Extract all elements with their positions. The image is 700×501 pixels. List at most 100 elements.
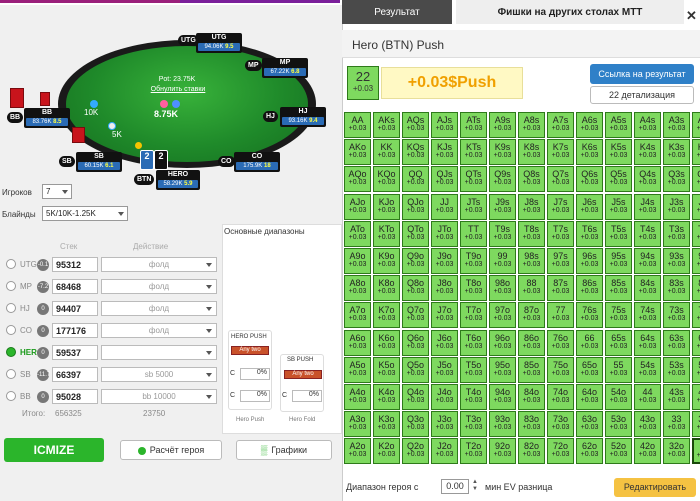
- hand-cell[interactable]: 72o +0.03: [547, 438, 574, 465]
- stack-input[interactable]: 95028: [52, 389, 98, 404]
- hand-cell[interactable]: QTs +0.03: [460, 166, 487, 193]
- hand-cell[interactable]: A7o +0.03: [344, 302, 371, 329]
- hand-cell[interactable]: A2o +0.03: [344, 438, 371, 465]
- hand-cell[interactable]: T5o +0.03: [460, 356, 487, 383]
- hand-cell[interactable]: T4s +0.03: [634, 220, 661, 247]
- hand-cell[interactable]: Q8s +0.03: [518, 166, 545, 193]
- hand-cell[interactable]: 93o +0.03: [489, 411, 516, 438]
- close-icon[interactable]: ✕: [686, 8, 697, 24]
- hand-cell[interactable]: A3o +0.03: [344, 411, 371, 438]
- hand-cell[interactable]: K9o +0.03: [373, 248, 400, 274]
- hand-cell[interactable]: 75s +0.03: [605, 302, 632, 329]
- hand-cell[interactable]: JTs +0.03: [460, 193, 487, 220]
- hand-cell[interactable]: T3s +0.03: [663, 220, 690, 247]
- hand-cell[interactable]: 66 +0.03: [576, 329, 603, 356]
- hand-cell[interactable]: 42s+0.03: [692, 384, 700, 410]
- hand-cell[interactable]: Q4o +0.03: [402, 384, 429, 410]
- hand-cell[interactable]: T4o +0.03: [460, 384, 487, 410]
- hand-cell[interactable]: T3o +0.03: [460, 411, 487, 438]
- hand-cell[interactable]: 64s +0.03: [634, 329, 661, 356]
- seat-utg[interactable]: UTG 94.06K 9.5: [196, 33, 242, 53]
- hand-cell[interactable]: JTo +0.03: [431, 220, 458, 247]
- hand-cell[interactable]: A8s +0.03: [518, 112, 545, 138]
- hand-cell[interactable]: 86o +0.03: [518, 329, 545, 356]
- hand-cell[interactable]: 32o +0.03: [663, 438, 690, 465]
- stack-input[interactable]: 66397: [52, 367, 98, 382]
- hand-cell[interactable]: 55 +0.03: [605, 356, 632, 383]
- min-ev-input[interactable]: 0.00: [441, 479, 469, 494]
- hand-cell[interactable]: 84s +0.03: [634, 275, 661, 302]
- hand-cell[interactable]: J9o +0.03: [431, 248, 458, 274]
- hand-cell[interactable]: JJ +0.03: [431, 193, 458, 220]
- hand-cell[interactable]: 32s+0.03: [692, 411, 700, 438]
- seat-radio[interactable]: [6, 325, 16, 335]
- hand-cell[interactable]: 94o +0.03: [489, 384, 516, 410]
- hand-cell[interactable]: 93s +0.03: [663, 248, 690, 274]
- hand-cell[interactable]: J7o +0.03: [431, 302, 458, 329]
- seat-radio[interactable]: [6, 391, 16, 401]
- hand-cell[interactable]: 53o +0.03: [605, 411, 632, 438]
- hero-push-range[interactable]: Any two: [231, 346, 269, 355]
- hand-cell[interactable]: ATs +0.03: [460, 112, 487, 138]
- hand-cell[interactable]: T8o +0.03: [460, 275, 487, 302]
- hand-cell[interactable]: T6s +0.03: [576, 220, 603, 247]
- hand-cell[interactable]: Q5o +0.03: [402, 356, 429, 383]
- hand-cell[interactable]: A8o +0.03: [344, 275, 371, 302]
- hand-cell[interactable]: Q5s +0.03: [605, 166, 632, 193]
- hand-cell[interactable]: J4s +0.03: [634, 193, 661, 220]
- hand-cell[interactable]: T7o +0.03: [460, 302, 487, 329]
- hand-cell[interactable]: AQs +0.03: [402, 112, 429, 138]
- hand-cell[interactable]: Q3o +0.03: [402, 411, 429, 438]
- stack-input[interactable]: 59537: [52, 345, 98, 360]
- hand-cell[interactable]: 99 +0.03: [489, 248, 516, 274]
- hand-cell[interactable]: A2s+0.03: [692, 112, 700, 138]
- hand-cell[interactable]: 52s+0.03: [692, 356, 700, 383]
- hand-cell[interactable]: 63s +0.03: [663, 329, 690, 356]
- hand-cell[interactable]: AKs +0.03: [373, 112, 400, 138]
- hand-cell[interactable]: QJo +0.03: [402, 193, 429, 220]
- hand-cell[interactable]: A4s +0.03: [634, 112, 661, 138]
- hand-cell[interactable]: J6o +0.03: [431, 329, 458, 356]
- hand-cell[interactable]: 65o +0.03: [576, 356, 603, 383]
- hand-cell[interactable]: 85s +0.03: [605, 275, 632, 302]
- tab-result[interactable]: Результат: [342, 0, 452, 24]
- hand-cell[interactable]: K6s +0.03: [576, 139, 603, 166]
- hand-cell[interactable]: 82s+0.03: [692, 275, 700, 302]
- hand-cell[interactable]: 86s +0.03: [576, 275, 603, 302]
- seat-bb[interactable]: BB 83.76K 8.5: [24, 108, 70, 128]
- hand-cell[interactable]: 43s +0.03: [663, 384, 690, 410]
- seat-co[interactable]: CO 175.9K 18: [234, 152, 280, 172]
- hand-cell[interactable]: 87s +0.03: [547, 275, 574, 302]
- hand-cell[interactable]: K6o +0.03: [373, 329, 400, 356]
- sb-push-range[interactable]: Any two: [284, 370, 322, 379]
- stack-input[interactable]: 94407: [52, 301, 98, 316]
- hand-cell[interactable]: 97s +0.03: [547, 248, 574, 274]
- hand-cell[interactable]: A9s +0.03: [489, 112, 516, 138]
- hand-cell[interactable]: Q9s +0.03: [489, 166, 516, 193]
- hand-cell[interactable]: A4o +0.03: [344, 384, 371, 410]
- result-link-button[interactable]: Ссылка на результат: [590, 64, 694, 84]
- hand-cell[interactable]: K3o +0.03: [373, 411, 400, 438]
- hand-cell[interactable]: T7s +0.03: [547, 220, 574, 247]
- hand-cell[interactable]: 95s +0.03: [605, 248, 632, 274]
- stepper-icon[interactable]: ▲ ▼: [472, 479, 482, 494]
- hand-cell[interactable]: T6o +0.03: [460, 329, 487, 356]
- hand-cell[interactable]: Q2s+0.03: [692, 166, 700, 193]
- hand-cell[interactable]: KQo +0.03: [373, 166, 400, 193]
- hand-cell[interactable]: A5o +0.03: [344, 356, 371, 383]
- hand-cell[interactable]: 42o +0.03: [634, 438, 661, 465]
- tab-other-tables[interactable]: Фишки на других столах МТТ: [456, 0, 684, 24]
- hand-cell[interactable]: 54s +0.03: [634, 356, 661, 383]
- hand-cell[interactable]: AA +0.03: [344, 112, 371, 138]
- hand-cell[interactable]: 87o +0.03: [518, 302, 545, 329]
- hand-cell[interactable]: 85o +0.03: [518, 356, 545, 383]
- hand-cell[interactable]: T2o +0.03: [460, 438, 487, 465]
- hand-cell[interactable]: 92s+0.03: [692, 248, 700, 274]
- hand-cell[interactable]: Q8o +0.03: [402, 275, 429, 302]
- hand-cell[interactable]: J8s +0.03: [518, 193, 545, 220]
- hand-cell[interactable]: K5s +0.03: [605, 139, 632, 166]
- hand-cell[interactable]: 33 +0.03: [663, 411, 690, 438]
- hand-cell[interactable]: Q6o +0.03: [402, 329, 429, 356]
- hand-cell[interactable]: J2o +0.03: [431, 438, 458, 465]
- hand-cell[interactable]: 92o +0.03: [489, 438, 516, 465]
